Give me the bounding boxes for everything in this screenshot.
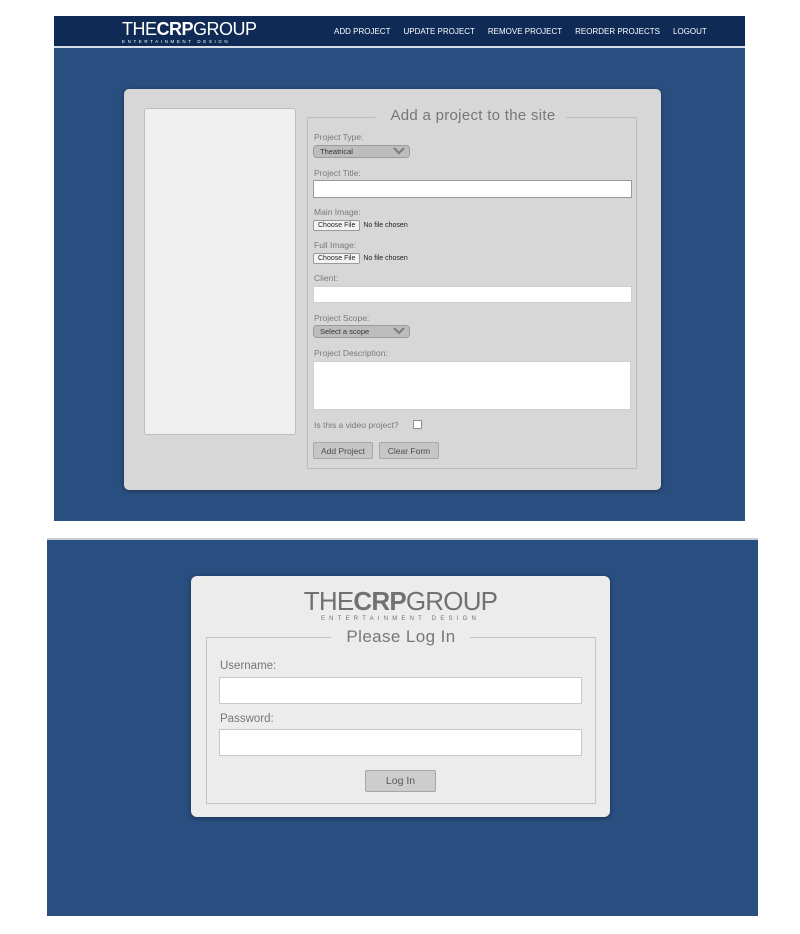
login-legend: Please Log In	[206, 627, 596, 647]
username-label: Username:	[220, 660, 277, 672]
add-project-card: Add a project to the site Project Type: …	[124, 89, 661, 490]
login-button[interactable]: Log In	[365, 770, 436, 792]
project-description-label: Project Description:	[314, 348, 388, 358]
main-image-label: Main Image:	[314, 207, 361, 217]
logo-the-text: THE	[122, 19, 157, 39]
full-image-label: Full Image:	[314, 240, 357, 250]
chevron-down-icon	[393, 327, 405, 335]
image-preview-area	[144, 108, 296, 435]
project-title-input[interactable]	[313, 180, 632, 198]
chevron-down-icon	[393, 147, 405, 155]
crp-group-logo[interactable]: THECRPGROUP ENTERTAINMENT DESIGN	[122, 20, 257, 45]
logo-tagline: ENTERTAINMENT DESIGN	[320, 616, 480, 622]
username-input[interactable]	[219, 677, 582, 704]
video-project-checkbox[interactable]	[413, 420, 422, 429]
nav-update-project[interactable]: UPDATE PROJECT	[403, 27, 474, 36]
nav-reorder-projects[interactable]: REORDER PROJECTS	[575, 27, 660, 36]
logo-group-text: GROUP	[405, 586, 498, 616]
project-type-value: Theatrical	[320, 147, 353, 156]
logo-crp-text: CRP	[156, 19, 194, 39]
login-card: THECRPGROUP ENTERTAINMENT DESIGN Please …	[191, 576, 610, 817]
form-legend: Add a project to the site	[307, 107, 639, 124]
logo-crp-text: CRP	[353, 586, 406, 616]
project-title-label: Project Title:	[314, 168, 361, 178]
client-label: Client:	[314, 273, 339, 283]
login-legend-text: Please Log In	[337, 627, 465, 646]
password-label: Password:	[220, 713, 274, 725]
top-navigation-bar: THECRPGROUP ENTERTAINMENT DESIGN ADD PRO…	[54, 16, 745, 48]
project-type-label: Project Type:	[314, 132, 364, 142]
login-panel: THECRPGROUP ENTERTAINMENT DESIGN Please …	[47, 540, 758, 916]
project-type-select[interactable]: Theatrical	[313, 145, 410, 158]
crp-group-logo: THECRPGROUP ENTERTAINMENT DESIGN	[191, 588, 610, 623]
admin-panel: THECRPGROUP ENTERTAINMENT DESIGN ADD PRO…	[54, 16, 745, 521]
nav-logout[interactable]: LOGOUT	[673, 27, 707, 36]
clear-form-button[interactable]: Clear Form	[379, 442, 439, 459]
nav-remove-project[interactable]: REMOVE PROJECT	[488, 27, 562, 36]
client-input[interactable]	[313, 286, 632, 303]
logo-group-text: GROUP	[193, 19, 257, 39]
full-image-file-input: Choose File No file chosen	[313, 253, 408, 264]
password-input[interactable]	[219, 729, 582, 756]
add-project-button[interactable]: Add Project	[313, 442, 373, 459]
main-image-file-input: Choose File No file chosen	[313, 220, 408, 231]
main-image-choose-file-button[interactable]: Choose File	[313, 220, 361, 231]
project-scope-value: Select a scope	[320, 327, 370, 336]
project-description-textarea[interactable]	[313, 361, 631, 410]
full-image-choose-file-button[interactable]: Choose File	[313, 253, 361, 264]
nav-add-project[interactable]: ADD PROJECT	[334, 27, 390, 36]
form-legend-text: Add a project to the site	[380, 107, 566, 124]
main-image-file-status: No file chosen	[363, 222, 408, 229]
full-image-file-status: No file chosen	[363, 255, 408, 262]
project-scope-select[interactable]: Select a scope	[313, 325, 410, 338]
main-nav: ADD PROJECT UPDATE PROJECT REMOVE PROJEC…	[334, 16, 707, 46]
logo-tagline: ENTERTAINMENT DESIGN	[122, 39, 231, 44]
logo-the-text: THE	[303, 586, 354, 616]
video-project-label: Is this a video project?	[314, 420, 399, 430]
project-scope-label: Project Scope:	[314, 313, 370, 323]
